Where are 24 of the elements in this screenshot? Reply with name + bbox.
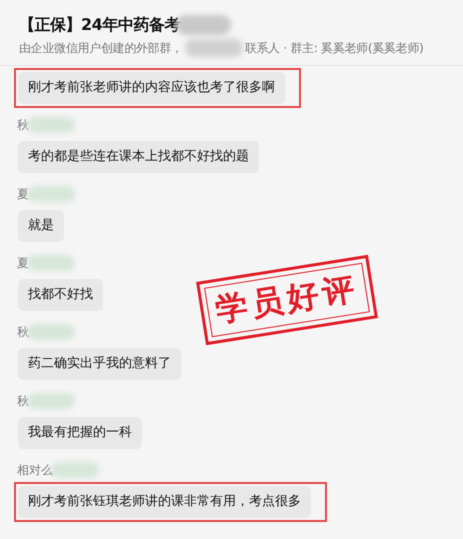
redaction-blur bbox=[51, 462, 99, 478]
message-bubble: 刚才考前张钰琪老师讲的课非常有用，考点很多 bbox=[18, 486, 311, 518]
chat-title: 【正保】24年中药备考 bbox=[19, 14, 180, 36]
message-bubble: 就是 bbox=[18, 210, 64, 242]
message-bubble: 找都不好找 bbox=[18, 279, 103, 311]
redaction-blur bbox=[27, 255, 75, 271]
sender-name: 秋 bbox=[17, 324, 29, 340]
sender-name: 夏 bbox=[17, 186, 29, 202]
sender-name: 夏 bbox=[17, 254, 29, 272]
group-owner-info: 联系人 · 群主: 奚奚老师(奚奚老师) bbox=[244, 40, 424, 56]
message-bubble: 考的都是些连在课本上找都不好找的题 bbox=[18, 141, 259, 173]
redaction-blur bbox=[27, 324, 75, 340]
message-bubble: 我最有把握的一科 bbox=[18, 417, 142, 449]
review-stamp: 学员好评 bbox=[196, 254, 378, 346]
redaction-blur bbox=[27, 117, 75, 133]
sender-name: 相对么 bbox=[17, 462, 53, 478]
message-bubble: 刚才考前张老师讲的内容应该也考了很多啊 bbox=[18, 72, 285, 104]
sender-name: 秋 bbox=[17, 116, 29, 134]
redaction-blur bbox=[184, 39, 243, 57]
redaction-blur bbox=[27, 186, 75, 202]
group-info: 由企业微信用户创建的外部群， bbox=[19, 40, 183, 56]
sender-name: 秋 bbox=[17, 392, 29, 410]
message-bubble: 药二确实出乎我的意料了 bbox=[18, 348, 181, 380]
redaction-blur bbox=[27, 393, 75, 409]
